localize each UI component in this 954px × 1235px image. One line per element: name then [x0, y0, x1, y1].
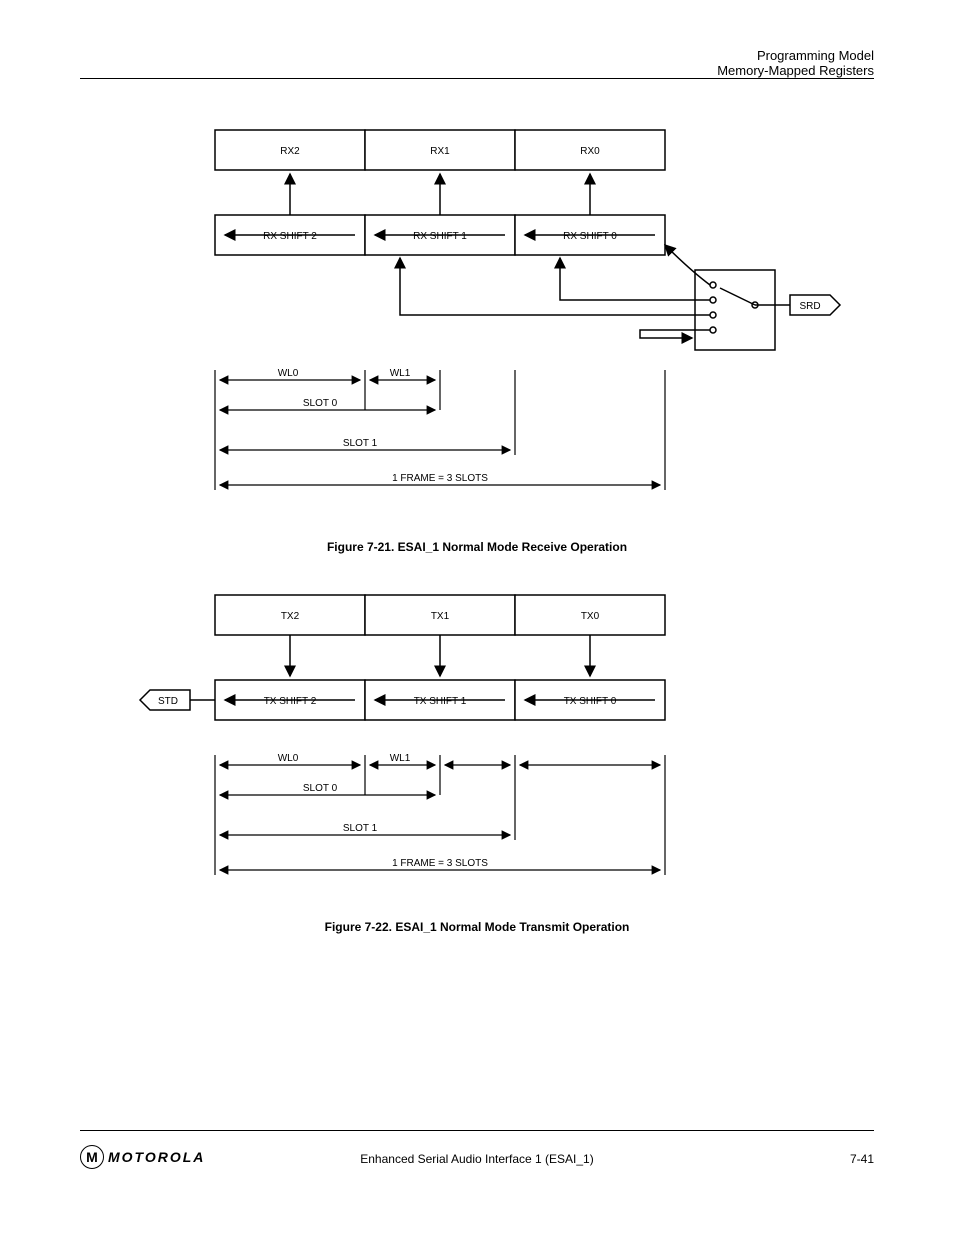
- tx-slot1-label: SLOT 1: [343, 823, 378, 834]
- rx-fifo-2-label: RX2: [280, 146, 300, 157]
- std-pin-label: STD: [158, 696, 178, 707]
- tx-slot0-label: SLOT 0: [303, 783, 338, 794]
- srd-pin-label: SRD: [799, 301, 820, 312]
- figure-21-caption: Figure 7-21. ESAI_1 Normal Mode Receive …: [0, 540, 954, 554]
- rx-slot0-label: SLOT 0: [303, 398, 338, 409]
- tx-fifo-2-label: TX2: [281, 611, 300, 622]
- tx-frame-label: 1 FRAME = 3 SLOTS: [392, 858, 488, 869]
- tx-fifo-1-label: TX1: [431, 611, 450, 622]
- tx-shift-1-label: TX SHIFT 1: [414, 696, 467, 707]
- rx-frame-label: 1 FRAME = 3 SLOTS: [392, 473, 488, 484]
- tx-fifo-0-label: TX0: [581, 611, 600, 622]
- rx-shift-0-label: RX SHIFT 0: [563, 231, 617, 242]
- header-section: Programming Model: [717, 48, 874, 63]
- footer-center: Enhanced Serial Audio Interface 1 (ESAI_…: [0, 1152, 954, 1166]
- tx-diagram: TX2 TX1 TX0 TX SHIFT 2 TX SHIFT 1 TX SHI…: [0, 575, 954, 935]
- header-subsection: Memory-Mapped Registers: [717, 63, 874, 78]
- rx-slot1-label: SLOT 1: [343, 438, 378, 449]
- rx-diagram: RX2 RX1 RX0 RX SHIFT 2 RX SHIFT 1 RX SHI…: [0, 110, 954, 550]
- tx-shift-2-label: TX SHIFT 2: [264, 696, 317, 707]
- rx-wl0-label: WL0: [278, 368, 299, 379]
- rx-wl1-label: WL1: [390, 368, 411, 379]
- rx-fifo-1-label: RX1: [430, 146, 450, 157]
- rx-shift-1-label: RX SHIFT 1: [413, 231, 467, 242]
- footer-page-number: 7-41: [850, 1152, 874, 1166]
- tx-wl0-label: WL0: [278, 753, 299, 764]
- rx-fifo-0-label: RX0: [580, 146, 600, 157]
- figure-22-caption: Figure 7-22. ESAI_1 Normal Mode Transmit…: [0, 920, 954, 934]
- footer-rule: [80, 1130, 874, 1131]
- tx-shift-0-label: TX SHIFT 0: [564, 696, 617, 707]
- tx-wl1-label: WL1: [390, 753, 411, 764]
- rx-shift-2-label: RX SHIFT 2: [263, 231, 317, 242]
